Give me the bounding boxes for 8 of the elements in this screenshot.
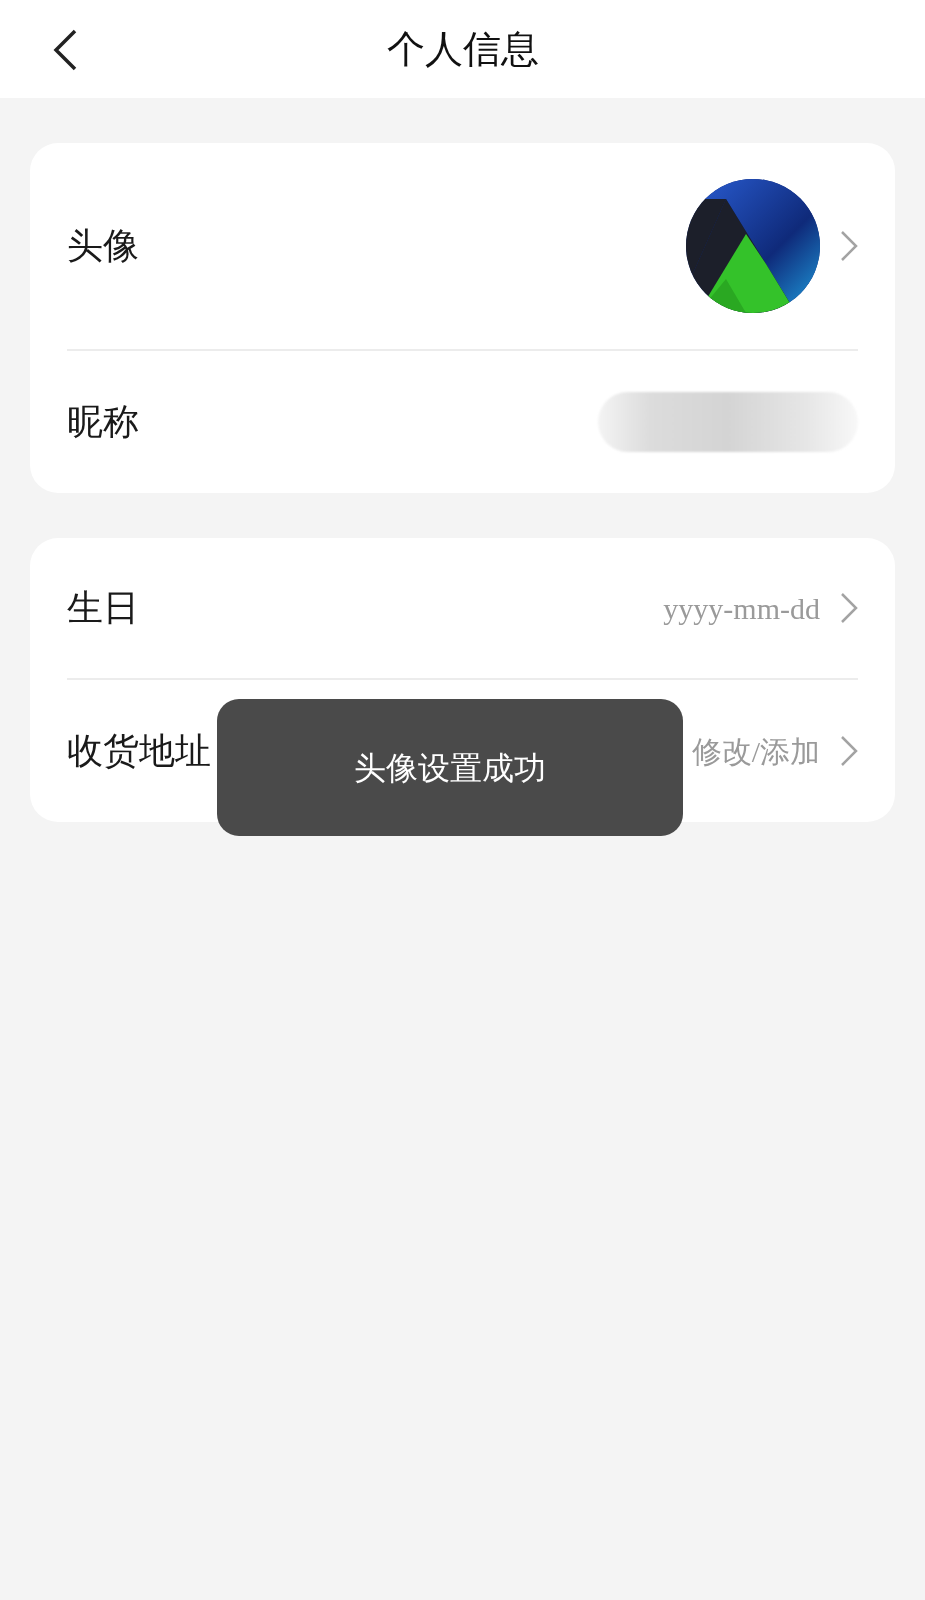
page-title: 个人信息 [386, 26, 539, 72]
row-value: yyyy-mm-dd [663, 590, 820, 627]
row-label: 收货地址 [67, 729, 211, 773]
toast-message: 头像设置成功 [354, 748, 546, 788]
row-value: 修改/添加 [691, 733, 820, 770]
row-label: 昵称 [67, 400, 139, 444]
row-label: 头像 [67, 224, 139, 268]
row-label: 生日 [67, 586, 139, 630]
